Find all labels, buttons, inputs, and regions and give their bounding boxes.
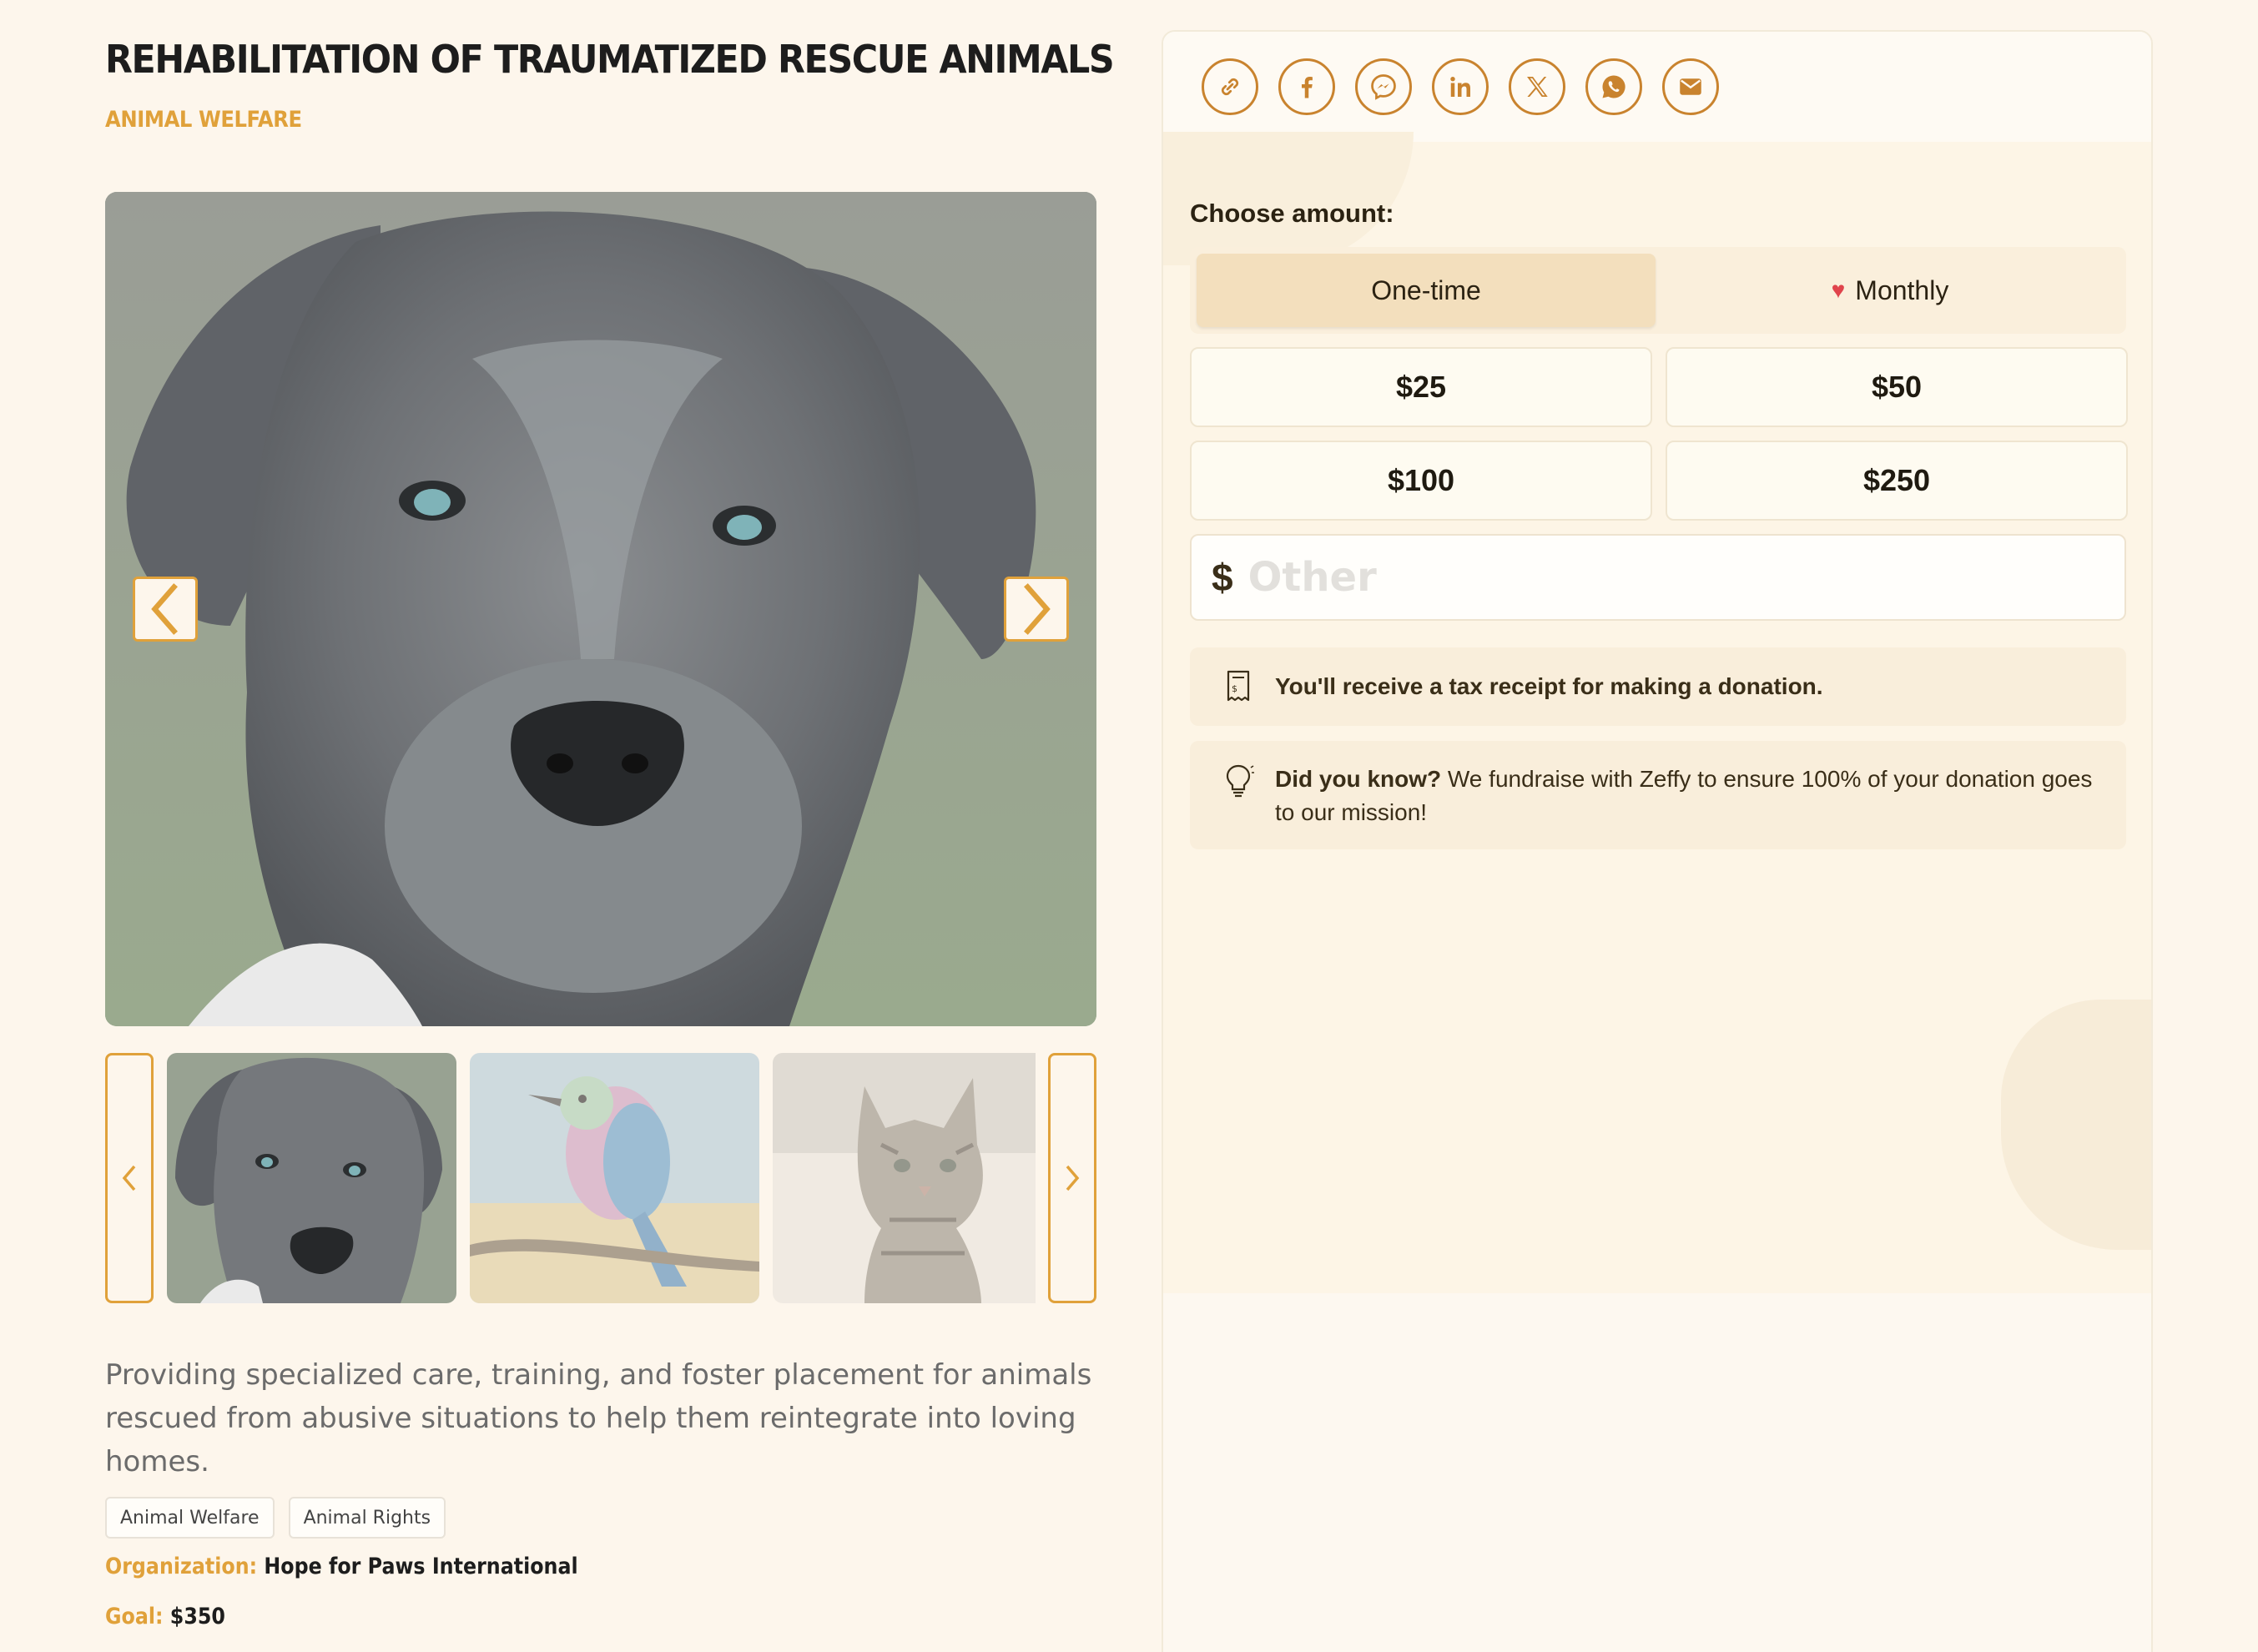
tax-receipt-notice: $ You'll receive a tax receipt for makin… [1190, 647, 2126, 726]
bird-thumbnail-image [470, 1053, 759, 1303]
main-image [105, 192, 1096, 1026]
email-icon [1680, 78, 1701, 95]
share-linkedin-button[interactable] [1432, 58, 1489, 115]
share-x-button[interactable] [1509, 58, 1565, 115]
tab-monthly[interactable]: ♥ Monthly [1661, 254, 2119, 327]
chevron-left-icon [122, 1165, 136, 1191]
frequency-toggle: One-time ♥ Monthly [1190, 247, 2126, 334]
chevron-right-icon [1066, 1165, 1080, 1191]
tab-monthly-label: Monthly [1855, 274, 1949, 305]
campaign-category: ANIMAL WELFARE [105, 107, 302, 133]
facebook-icon [1302, 77, 1313, 98]
dog-thumbnail-image [167, 1053, 456, 1303]
campaign-title: REHABILITATION OF TRAUMATIZED RESCUE ANI… [105, 37, 1115, 82]
tax-receipt-text: You'll receive a tax receipt for making … [1275, 673, 1823, 699]
tag-animal-welfare[interactable]: Animal Welfare [105, 1497, 275, 1539]
chevron-left-icon [151, 583, 178, 635]
organization-name: Hope for Paws International [264, 1554, 578, 1579]
x-icon [1527, 77, 1548, 97]
heart-icon: ♥ [1831, 277, 1846, 303]
did-you-know-label: Did you know? [1275, 766, 1442, 792]
amount-option-250[interactable]: $250 [1666, 441, 2128, 521]
carousel-prev-button[interactable] [133, 577, 198, 642]
share-buttons [1202, 58, 1719, 115]
donation-panel: Choose amount: One-time ♥ Monthly $25 $5… [1162, 30, 2153, 1652]
chevron-right-icon [1024, 583, 1051, 635]
goal-amount: $350 [169, 1604, 225, 1629]
did-you-know-notice: Did you know? We fundraise with Zeffy to… [1190, 741, 2126, 849]
tab-one-time-label: One-time [1371, 274, 1481, 305]
did-you-know-text: Did you know? We fundraise with Zeffy to… [1275, 763, 2093, 829]
other-amount-input[interactable] [1247, 554, 2083, 601]
svg-text:$: $ [1232, 683, 1237, 694]
thumbnail-kitten[interactable] [773, 1053, 1036, 1303]
choose-amount-label: Choose amount: [1190, 199, 1394, 228]
thumbnails-prev-button[interactable] [105, 1053, 154, 1303]
campaign-description: Providing specialized care, training, an… [105, 1358, 1092, 1478]
carousel-next-button[interactable] [1004, 577, 1069, 642]
thumbnail-viewport [167, 1053, 1036, 1303]
thumbnail-bird[interactable] [470, 1053, 759, 1303]
organization-row: Organization: Hope for Paws Internationa… [105, 1554, 578, 1579]
share-link-button[interactable] [1202, 58, 1258, 115]
lightbulb-icon [1226, 764, 1254, 798]
linkedin-icon [1450, 77, 1470, 97]
tab-one-time[interactable]: One-time [1197, 254, 1656, 327]
kitten-thumbnail-image [773, 1053, 1036, 1303]
amount-option-50[interactable]: $50 [1666, 347, 2128, 427]
receipt-icon: $ [1227, 670, 1250, 702]
dog-photo [105, 192, 1096, 1026]
thumbnail-dog[interactable] [167, 1053, 456, 1303]
share-messenger-button[interactable] [1355, 58, 1412, 115]
amount-option-100[interactable]: $100 [1190, 441, 1652, 521]
amount-option-25[interactable]: $25 [1190, 347, 1652, 427]
other-amount-field[interactable]: $ [1190, 534, 2126, 621]
whatsapp-icon [1602, 75, 1625, 98]
thumbnails-next-button[interactable] [1048, 1053, 1096, 1303]
share-whatsapp-button[interactable] [1585, 58, 1642, 115]
goal-label: Goal: [105, 1604, 164, 1629]
share-email-button[interactable] [1662, 58, 1719, 115]
messenger-icon [1371, 74, 1396, 100]
organization-label: Organization: [105, 1554, 258, 1579]
goal-row: Goal: $350 [105, 1604, 225, 1629]
currency-symbol: $ [1212, 556, 1233, 599]
share-facebook-button[interactable] [1278, 58, 1335, 115]
tag-animal-rights[interactable]: Animal Rights [288, 1497, 446, 1539]
tag-list: Animal Welfare Animal Rights [105, 1497, 446, 1539]
link-icon [1221, 78, 1239, 96]
thumbnail-strip [105, 1053, 1096, 1303]
